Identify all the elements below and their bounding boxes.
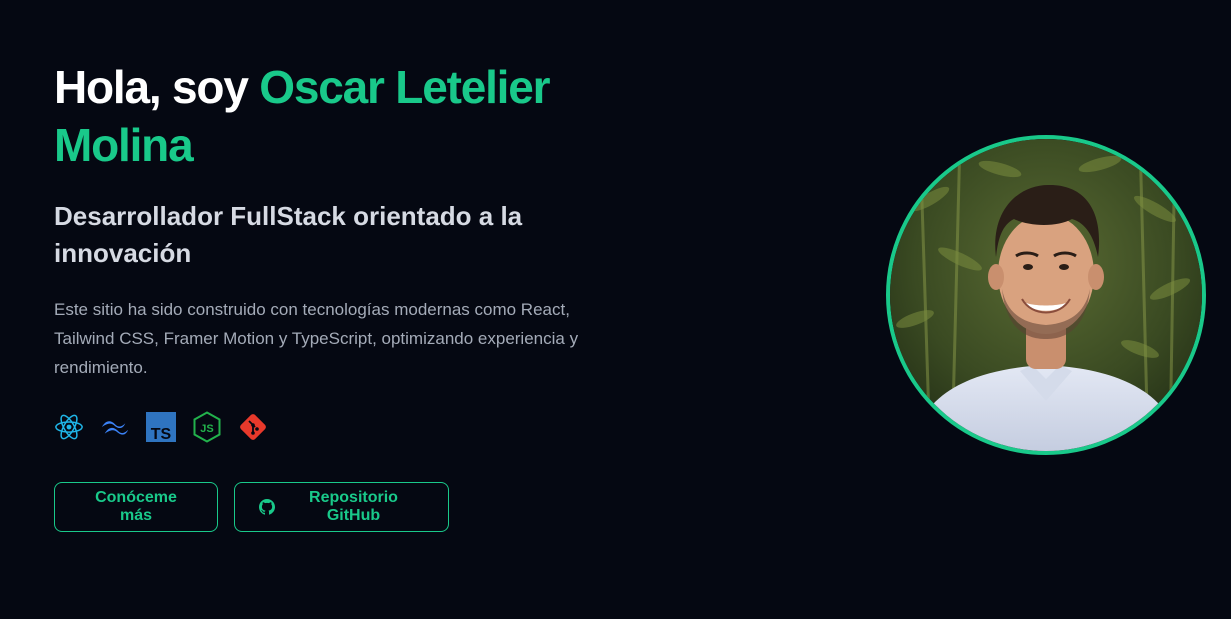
about-me-button[interactable]: Conóceme más [54, 482, 218, 532]
hero-text-column: Hola, soy Oscar Letelier Molina Desarrol… [54, 58, 654, 532]
github-icon [259, 499, 275, 515]
tailwind-icon [100, 412, 130, 442]
typescript-icon-text: TS [151, 426, 172, 442]
hero-section: Hola, soy Oscar Letelier Molina Desarrol… [0, 0, 1231, 619]
typescript-icon: TS [146, 412, 176, 442]
hero-description: Este sitio ha sido construido con tecnol… [54, 300, 579, 377]
nodejs-icon: JS [192, 411, 222, 443]
nodejs-icon-text: JS [200, 423, 213, 435]
hero-subtitle: Desarrollador FullStack orientado a la i… [54, 201, 523, 268]
about-me-button-label: Conóceme más [95, 489, 177, 524]
github-repo-button[interactable]: Repositorio GitHub [234, 482, 449, 532]
github-repo-button-label: Repositorio GitHub [309, 489, 398, 524]
title-greeting: Hola, soy [54, 61, 260, 113]
git-icon [238, 412, 268, 442]
tech-stack-icons: TS JS [54, 411, 654, 443]
react-icon [54, 412, 84, 442]
avatar-photo [890, 139, 1202, 451]
hero-buttons: Conóceme más Repositorio GitHub [54, 482, 654, 532]
page-title: Hola, soy Oscar Letelier Molina [54, 58, 654, 174]
avatar [886, 135, 1206, 455]
